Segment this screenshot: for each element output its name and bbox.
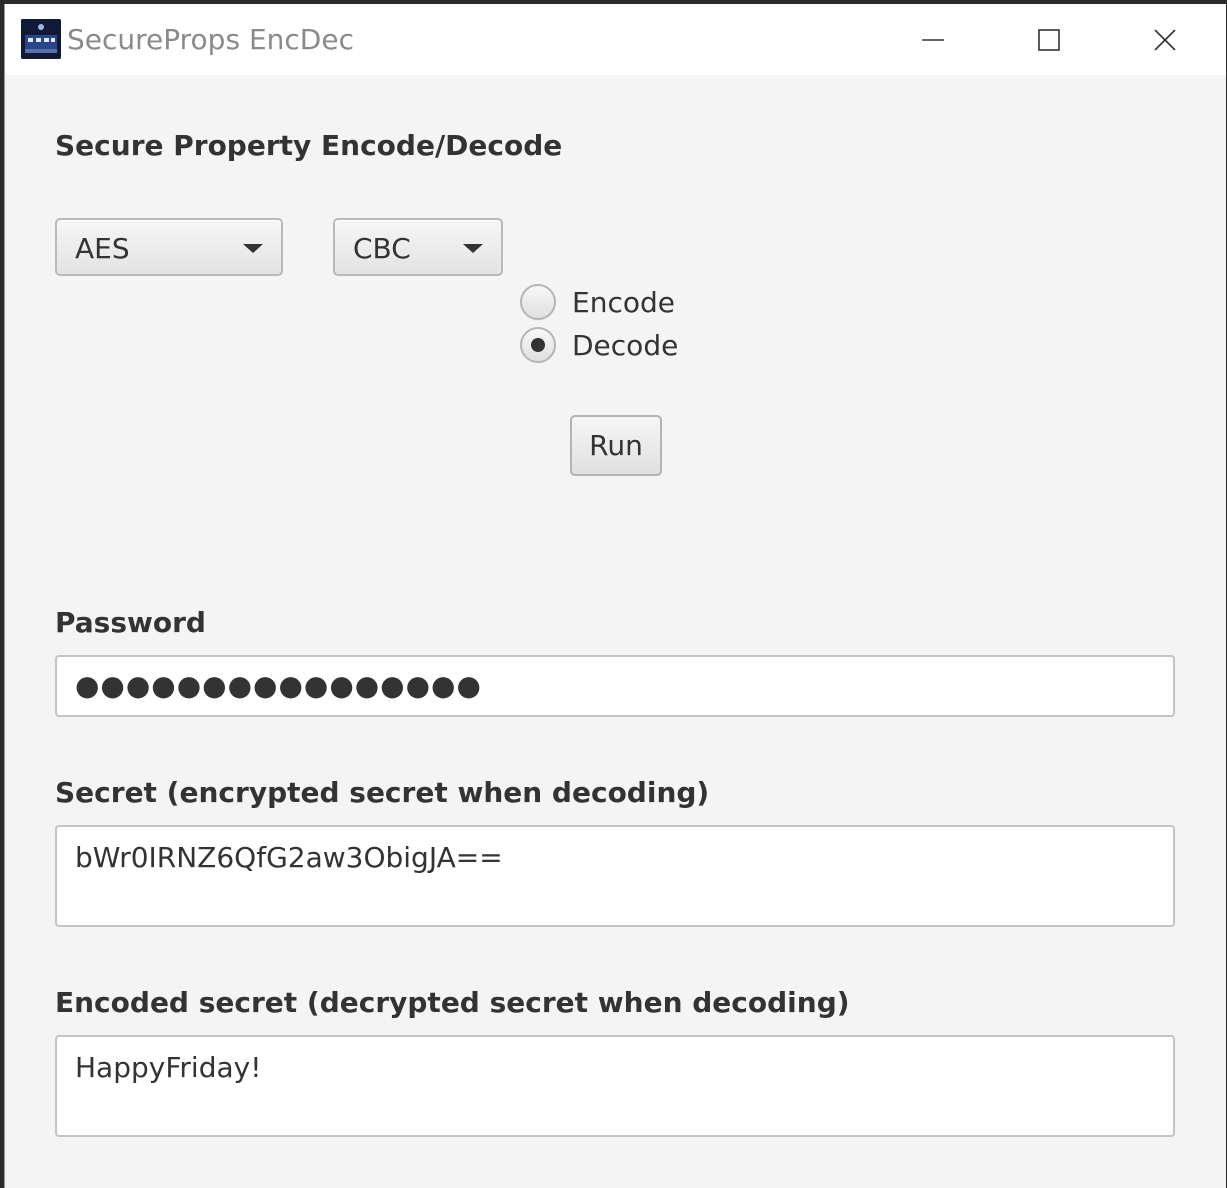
encoded-secret-label: Encoded secret (decrypted secret when de… [55,986,850,1019]
mode-select-value: CBC [353,232,411,265]
maximize-button[interactable] [991,4,1107,75]
encoded-secret-textarea[interactable]: HappyFriday! [55,1035,1175,1137]
chevron-down-icon [243,244,263,253]
encode-radio-button[interactable] [520,284,556,320]
secret-textarea[interactable]: bWr0IRNZ6QfG2aw3ObigJA== [55,825,1175,927]
close-icon [1154,28,1176,51]
app-window: SecureProps EncDec Secure Property Encod… [4,4,1226,1188]
chevron-down-icon [463,244,483,253]
encode-radio[interactable]: Encode [520,282,675,322]
app-logo-icon [21,19,61,59]
title-bar[interactable]: SecureProps EncDec [5,4,1226,75]
minimize-icon [922,38,944,41]
run-button[interactable]: Run [570,415,662,476]
page-title: Secure Property Encode/Decode [55,129,563,162]
decode-radio-button[interactable] [520,327,556,363]
secret-label: Secret (encrypted secret when decoding) [55,776,710,809]
password-label: Password [55,606,206,639]
maximize-icon [1038,28,1060,51]
decode-radio-label[interactable]: Decode [572,329,678,362]
algorithm-select[interactable]: AES [55,218,283,276]
mode-select[interactable]: CBC [333,218,503,276]
password-field[interactable]: ●●●●●●●●●●●●●●●● [55,655,1175,717]
algorithm-select-value: AES [75,232,130,265]
encode-radio-label[interactable]: Encode [572,286,675,319]
minimize-button[interactable] [875,4,991,75]
decode-radio[interactable]: Decode [520,325,678,365]
close-button[interactable] [1107,4,1223,75]
window-title: SecureProps EncDec [67,23,354,56]
